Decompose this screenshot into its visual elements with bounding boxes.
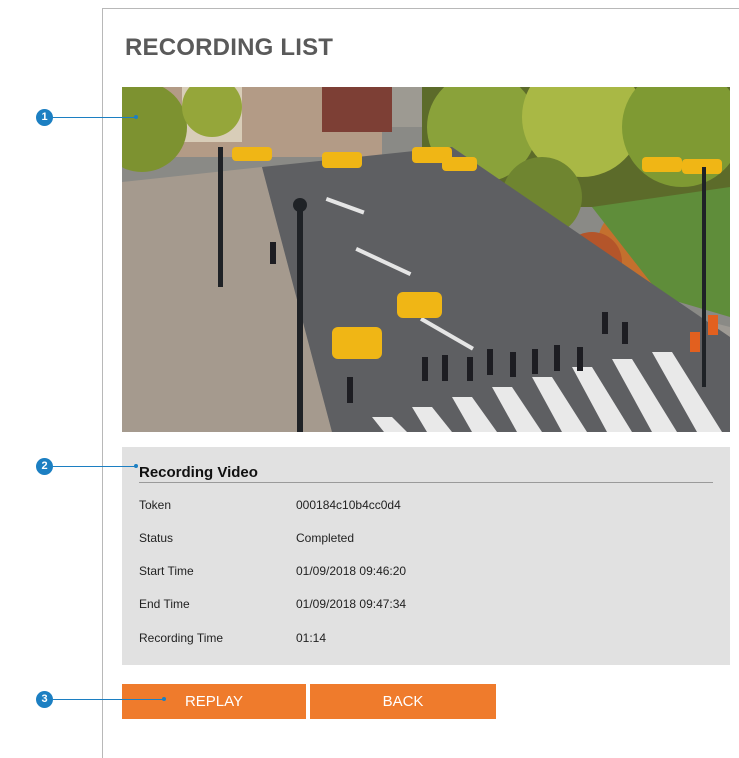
recording-info-heading: Recording Video [139,464,258,481]
page-frame-left-border [102,8,103,758]
info-value-end-time: 01/09/2018 09:47:34 [296,597,407,611]
info-value-start-time: 01/09/2018 09:46:20 [296,564,407,578]
callout-dot-2 [134,464,138,468]
info-row-status: Status Completed [139,531,699,549]
info-label-token: Token [139,498,172,512]
info-row-start-time: Start Time 01/09/2018 09:46:20 [139,564,699,582]
callout-line-2 [53,466,135,467]
page-frame-top-border [102,8,739,9]
callout-dot-1 [134,115,138,119]
info-label-status: Status [139,531,174,545]
callout-line-1 [53,117,135,118]
info-label-end-time: End Time [139,597,190,611]
callout-line-3 [53,699,163,700]
callout-badge-1: 1 [36,109,53,126]
info-label-start-time: Start Time [139,564,194,578]
video-frame-street-scene [122,87,730,432]
info-row-end-time: End Time 01/09/2018 09:47:34 [139,597,699,615]
info-row-recording-time: Recording Time 01:14 [139,631,699,649]
replay-button[interactable]: REPLAY [122,684,306,719]
callout-badge-3: 3 [36,691,53,708]
page-title: RECORDING LIST [125,34,334,61]
recording-video-player[interactable] [122,87,730,432]
info-label-recording-time: Recording Time [139,631,224,645]
callout-dot-3 [162,697,166,701]
info-row-token: Token 000184c10b4cc0d4 [139,498,699,516]
recording-info-panel: Recording Video Token 000184c10b4cc0d4 S… [122,447,730,665]
recording-info-divider [139,482,713,483]
info-value-status: Completed [296,531,355,545]
info-value-recording-time: 01:14 [296,631,327,645]
info-value-token: 000184c10b4cc0d4 [296,498,401,512]
back-button[interactable]: BACK [310,684,496,719]
callout-badge-2: 2 [36,458,53,475]
